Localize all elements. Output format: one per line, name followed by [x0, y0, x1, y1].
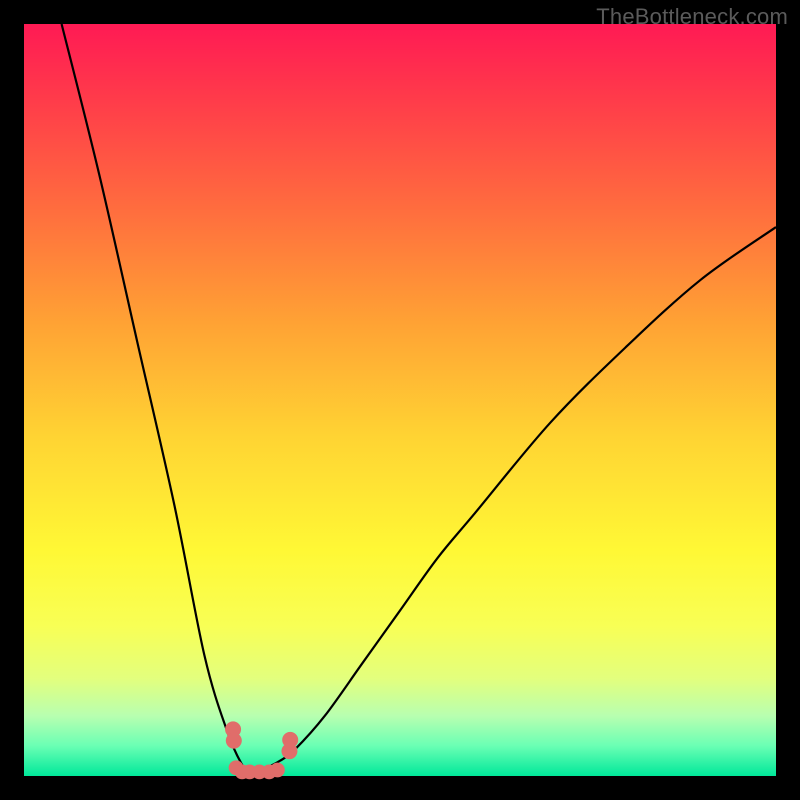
curve-marker — [282, 732, 298, 748]
chart-plot-area — [24, 24, 776, 776]
curve-marker — [226, 733, 242, 749]
curve-markers-group — [225, 721, 298, 779]
bottleneck-curve-line — [62, 24, 776, 770]
curve-marker — [270, 763, 285, 778]
chart-svg — [24, 24, 776, 776]
